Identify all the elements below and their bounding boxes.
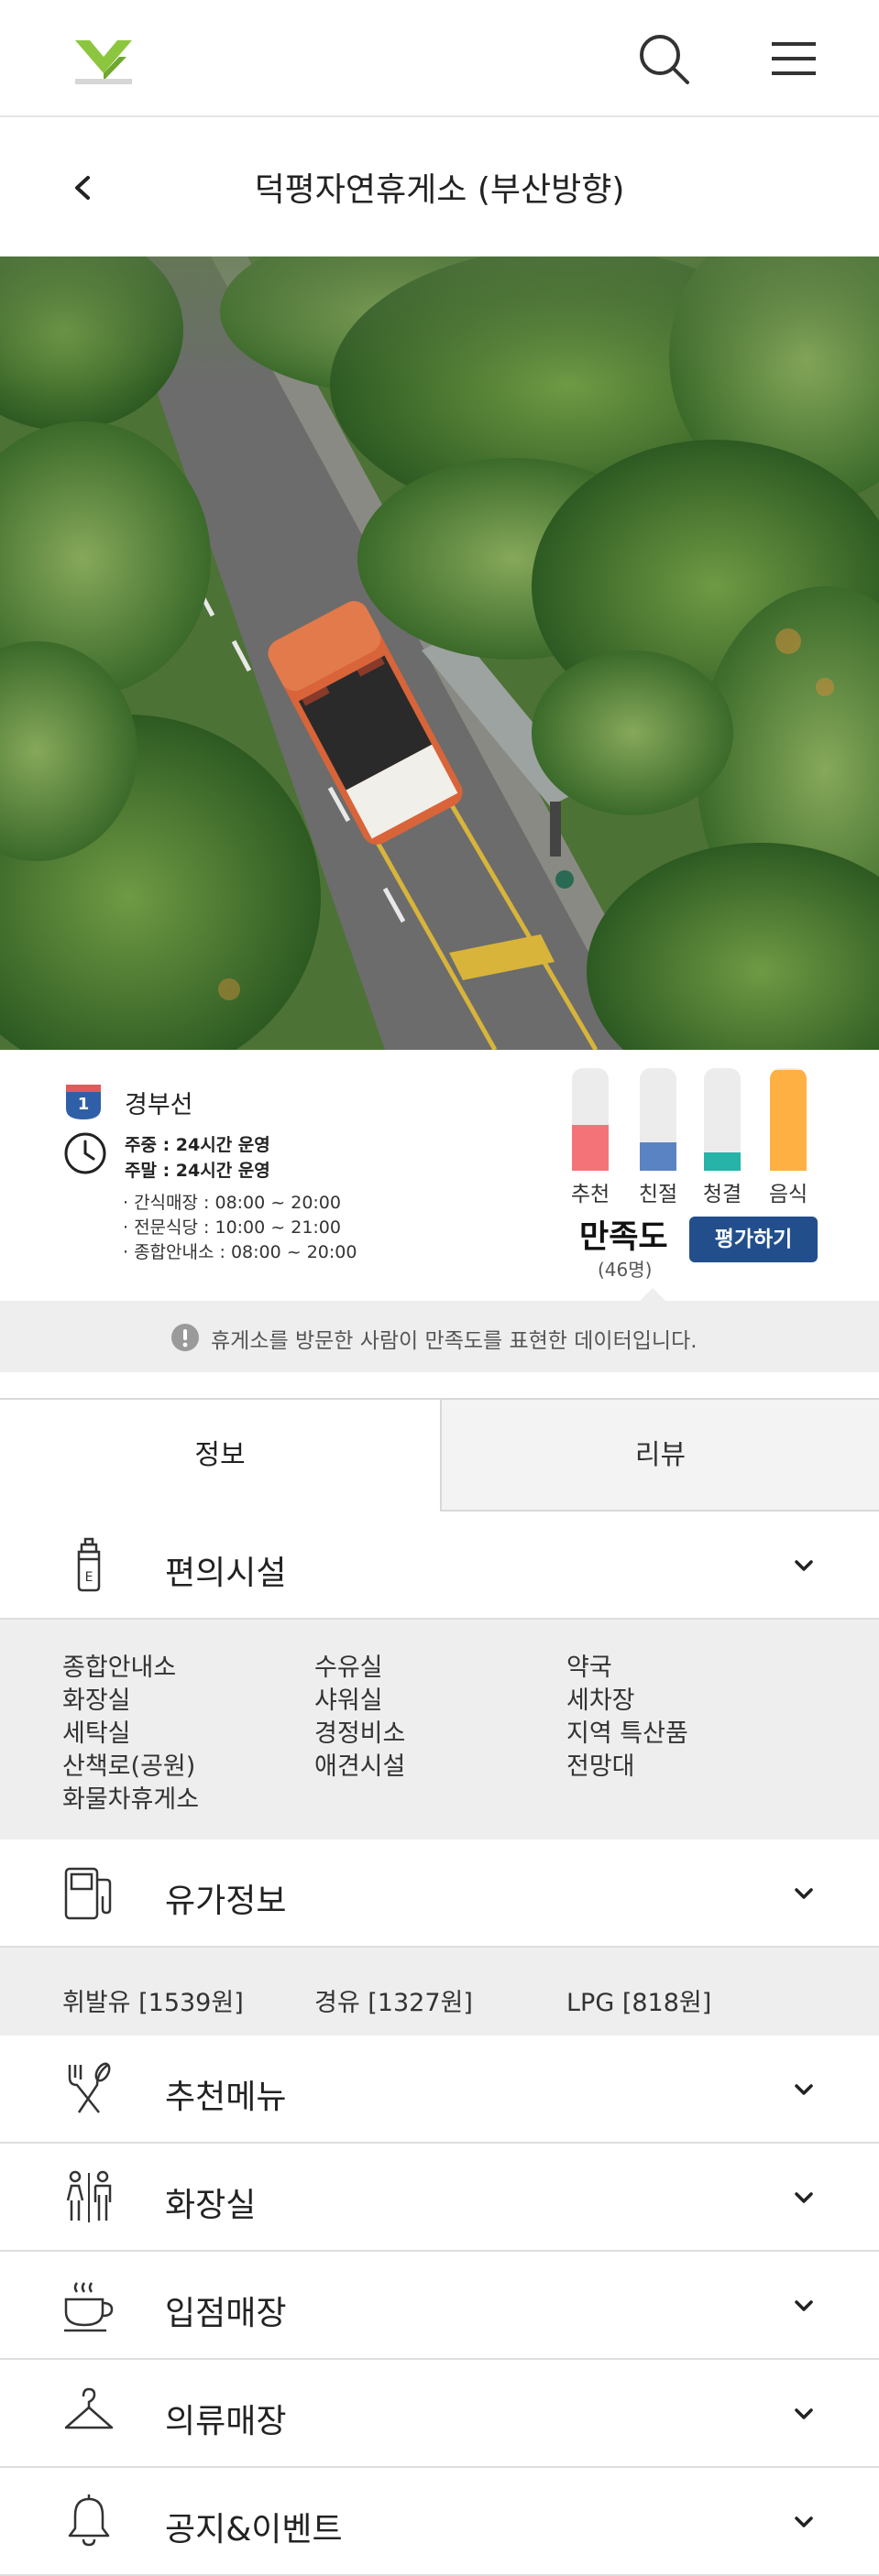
convenience-panel: 종합안내소 수유실 약국 화장실 샤워실 세차장 세탁실 경정비소 지역 특산품… [0, 1620, 879, 1839]
amenity-item: 경정비소 [314, 1719, 406, 1748]
facility-hours-list: · 간식매장 : 08:00 ~ 20:00 · 전문식당 : 10:00 ~ … [123, 1191, 357, 1265]
fuel-price-item: LPG [818원] [566, 1989, 712, 2017]
svg-text:E: E [85, 1570, 93, 1585]
chevron-down-icon[interactable] [790, 2508, 818, 2536]
bus-on-tree-lined-road-photo [0, 257, 879, 1050]
accordion-label: 추천메뉴 [165, 2079, 287, 2116]
amenity-item: 지역 특산품 [566, 1719, 688, 1748]
facility-hours-item: · 전문식당 : 10:00 ~ 21:00 [123, 1217, 341, 1238]
rating-label: 음식 [768, 1183, 808, 1206]
chevron-down-icon[interactable] [790, 2292, 818, 2319]
amenity-item: 수유실 [314, 1654, 383, 1682]
rating-notice: 휴게소를 방문한 사람이 만족도를 표현한 데이터입니다. [0, 1288, 879, 1372]
rating-bars: 추천 친절 청결 음식 [570, 1068, 819, 1206]
notice-pointer [640, 1288, 665, 1301]
rating-label: 추천 [570, 1183, 610, 1206]
accordion-menu[interactable]: 추천메뉴 [0, 2036, 879, 2144]
rating-fill [704, 1152, 741, 1171]
accordion-label: 공지&이벤트 [165, 2511, 343, 2549]
accordion-label: 입점매장 [165, 2295, 287, 2332]
rating-label: 청결 [702, 1183, 742, 1206]
chevron-down-icon[interactable] [790, 1880, 818, 1907]
amenity-item: 화물차휴게소 [62, 1785, 200, 1814]
rating-label: 친절 [638, 1183, 678, 1206]
weekday-hours: 주중 : 24시간 운영 [125, 1135, 270, 1155]
accordion-label: 유가정보 [165, 1883, 287, 1920]
clock-icon [62, 1130, 108, 1176]
amenity-item: 전망대 [566, 1752, 635, 1781]
search-icon[interactable] [636, 31, 693, 88]
accordion-label: 편의시설 [165, 1555, 287, 1592]
amenity-item: 산책로(공원) [62, 1752, 196, 1781]
fuel-panel: 휘발유 [1539원] 경유 [1327원] LPG [818원] [0, 1948, 879, 2036]
gas-pump-icon [59, 1863, 119, 1924]
chevron-down-icon[interactable] [790, 1552, 818, 1579]
accordion-restroom[interactable]: 화장실 [0, 2144, 879, 2252]
chevron-down-icon[interactable] [790, 2184, 818, 2211]
exclamation-icon [170, 1323, 200, 1352]
logo[interactable] [71, 37, 136, 86]
amenity-item: 애견시설 [314, 1752, 406, 1781]
route-number: 1 [77, 1095, 90, 1114]
amenity-item: 샤워실 [314, 1686, 383, 1715]
rating-fill [770, 1070, 807, 1171]
hamburger-menu-icon[interactable] [766, 33, 821, 84]
fuel-price-item: 경유 [1327원] [314, 1989, 473, 2017]
restroom-icon [59, 2167, 119, 2228]
accordion-convenience[interactable]: E 편의시설 [0, 1512, 879, 1620]
top-header [0, 0, 879, 117]
satisfaction-label: 만족도 [579, 1219, 668, 1256]
amenity-item: 화장실 [62, 1686, 131, 1715]
tab-review[interactable]: 리뷰 [440, 1400, 879, 1512]
facility-hours-item: · 간식매장 : 08:00 ~ 20:00 [123, 1193, 341, 1213]
amenity-item: 종합안내소 [62, 1654, 177, 1682]
coffee-cup-icon [59, 2276, 119, 2336]
rest-area-info: 1 경부선 주중 : 24시간 운영 주말 : 24시간 운영 · 간식매장 :… [0, 1050, 879, 1301]
rating-fill [572, 1124, 609, 1171]
weekend-hours: 주말 : 24시간 운영 [125, 1161, 270, 1181]
accordion-label: 의류매장 [165, 2403, 287, 2440]
rating-fill [640, 1141, 676, 1171]
tab-info[interactable]: 정보 [0, 1400, 440, 1512]
bell-icon [59, 2492, 119, 2552]
facility-hours-item: · 종합안내소 : 08:00 ~ 20:00 [123, 1242, 357, 1262]
fork-knife-icon [59, 2059, 119, 2120]
fuel-price-item: 휘발유 [1539원] [62, 1989, 244, 2017]
highway-route-badge-icon: 1 [62, 1083, 104, 1121]
tab-bar: 정보 리뷰 [0, 1398, 879, 1512]
satisfaction-count: (46명) [598, 1259, 653, 1281]
page-title: 덕평자연휴게소 (부산방향) [254, 171, 625, 209]
accordion-fuel[interactable]: 유가정보 [0, 1839, 879, 1948]
convenience-store-icon: E [59, 1535, 119, 1596]
amenity-item: 세탁실 [62, 1719, 131, 1748]
chevron-down-icon[interactable] [790, 2076, 818, 2103]
sub-header: 덕평자연휴게소 (부산방향) [0, 119, 879, 257]
accordion-stores[interactable]: 입점매장 [0, 2252, 879, 2360]
notice-text: 휴게소를 방문한 사람이 만족도를 표현한 데이터입니다. [211, 1329, 698, 1353]
hanger-icon [59, 2384, 119, 2444]
rate-button[interactable]: 평가하기 [689, 1217, 818, 1262]
operating-hours: 주중 : 24시간 운영 주말 : 24시간 운영 [125, 1132, 270, 1184]
accordion-notices[interactable]: 공지&이벤트 [0, 2468, 879, 2576]
accordion-label: 화장실 [165, 2187, 257, 2224]
chevron-down-icon[interactable] [790, 2400, 818, 2428]
route-name: 경부선 [125, 1091, 193, 1119]
accordion-clothing[interactable]: 의류매장 [0, 2360, 879, 2468]
amenity-item: 약국 [566, 1654, 612, 1682]
amenity-item: 세차장 [566, 1686, 635, 1715]
